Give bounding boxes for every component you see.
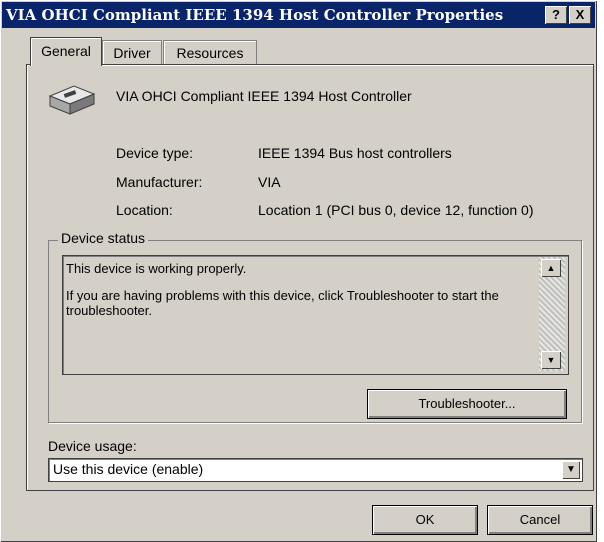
device-type-value: IEEE 1394 Bus host controllers xyxy=(258,145,452,161)
status-scrollbar[interactable]: ▲ ▼ xyxy=(539,257,565,371)
device-status-text: This device is working properly. If you … xyxy=(66,261,536,318)
status-line-working: This device is working properly. xyxy=(66,261,247,276)
device-usage-select[interactable]: Use this device (enable) ▼ xyxy=(48,458,583,482)
properties-dialog: VIA OHCI Compliant IEEE 1394 Host Contro… xyxy=(0,0,597,542)
device-type-label: Device type: xyxy=(116,145,194,161)
scroll-down-icon[interactable]: ▼ xyxy=(541,351,561,369)
device-status-title: Device status xyxy=(58,230,149,246)
location-value: Location 1 (PCI bus 0, device 12, functi… xyxy=(258,202,534,218)
device-name: VIA OHCI Compliant IEEE 1394 Host Contro… xyxy=(116,88,412,104)
location-label: Location: xyxy=(116,202,173,218)
scroll-up-icon[interactable]: ▲ xyxy=(541,259,561,277)
status-line-troubleshoot: If you are having problems with this dev… xyxy=(66,288,499,318)
ok-button[interactable]: OK xyxy=(372,505,478,535)
chevron-down-icon[interactable]: ▼ xyxy=(562,461,580,479)
device-usage-label: Device usage: xyxy=(48,438,137,454)
manufacturer-value: VIA xyxy=(258,174,281,190)
cancel-button[interactable]: Cancel xyxy=(487,505,593,535)
ieee1394-port-icon xyxy=(48,85,96,115)
troubleshooter-button[interactable]: Troubleshooter... xyxy=(367,389,567,419)
device-usage-value: Use this device (enable) xyxy=(53,461,204,477)
manufacturer-label: Manufacturer: xyxy=(116,174,203,190)
general-content: VIA OHCI Compliant IEEE 1394 Host Contro… xyxy=(0,0,597,542)
